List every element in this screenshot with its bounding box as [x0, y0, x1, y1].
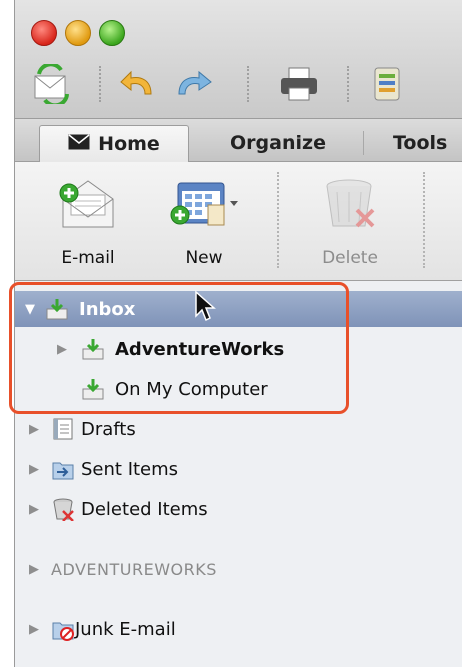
folder-sent-items[interactable]: ▶ Sent Items — [15, 451, 462, 487]
new-email-icon — [43, 174, 133, 234]
folder-junk-email-label: Junk E-mail — [75, 618, 176, 640]
account-section-label: ADVENTUREWORKS — [51, 559, 217, 579]
send-receive-icon[interactable] — [31, 64, 75, 104]
folder-deleted-items[interactable]: ▶ Deleted Items — [15, 491, 462, 527]
tab-home-label: Home — [98, 133, 160, 155]
expand-triangle-icon[interactable]: ▶ — [29, 502, 39, 517]
tab-tools[interactable]: Tools — [375, 125, 462, 161]
sent-items-icon — [51, 457, 75, 481]
folder-junk-email[interactable]: ▶ Junk E-mail — [15, 611, 462, 647]
new-items-icon — [159, 174, 249, 234]
delete-label: Delete — [322, 248, 378, 268]
close-window-button[interactable] — [31, 20, 57, 46]
tab-organize[interactable]: Organize — [203, 125, 353, 161]
expand-triangle-icon[interactable]: ▶ — [29, 462, 39, 477]
account-section-adventureworks[interactable]: ▶ ADVENTUREWORKS — [15, 551, 462, 587]
folder-deleted-items-label: Deleted Items — [81, 498, 208, 520]
mouse-cursor-icon — [194, 290, 218, 324]
drafts-icon — [51, 417, 75, 441]
new-email-label: E-mail — [61, 248, 115, 268]
expand-triangle-icon[interactable]: ▶ — [29, 562, 40, 577]
expand-triangle-icon[interactable]: ▶ — [29, 422, 39, 437]
delete-icon — [305, 174, 395, 234]
redo-icon[interactable] — [169, 64, 213, 104]
print-icon[interactable] — [277, 64, 321, 104]
new-items-label: New — [185, 248, 223, 268]
notebook-icon[interactable] — [365, 64, 409, 104]
tab-home[interactable]: Home — [39, 125, 189, 162]
zoom-window-button[interactable] — [99, 20, 125, 46]
undo-icon[interactable] — [119, 64, 163, 104]
folder-drafts[interactable]: ▶ Drafts — [15, 411, 462, 447]
expand-triangle-icon[interactable]: ▶ — [29, 622, 39, 637]
folder-sent-items-label: Sent Items — [81, 458, 179, 480]
title-toolbar — [15, 0, 462, 119]
envelope-icon — [68, 133, 90, 155]
highlight-frame — [9, 282, 349, 414]
ribbon-home: E-mail New Delete — [15, 162, 462, 281]
new-email-button[interactable]: E-mail — [43, 168, 133, 272]
folder-drafts-label: Drafts — [81, 418, 136, 440]
minimize-window-button[interactable] — [65, 20, 91, 46]
delete-button[interactable]: Delete — [305, 168, 395, 272]
tab-organize-label: Organize — [230, 132, 326, 154]
tab-tools-label: Tools — [393, 132, 448, 154]
new-items-button[interactable]: New — [159, 168, 249, 272]
deleted-items-icon — [51, 497, 75, 521]
junk-email-icon — [51, 617, 75, 641]
ribbon-tabs: Home Organize Tools — [15, 119, 462, 162]
